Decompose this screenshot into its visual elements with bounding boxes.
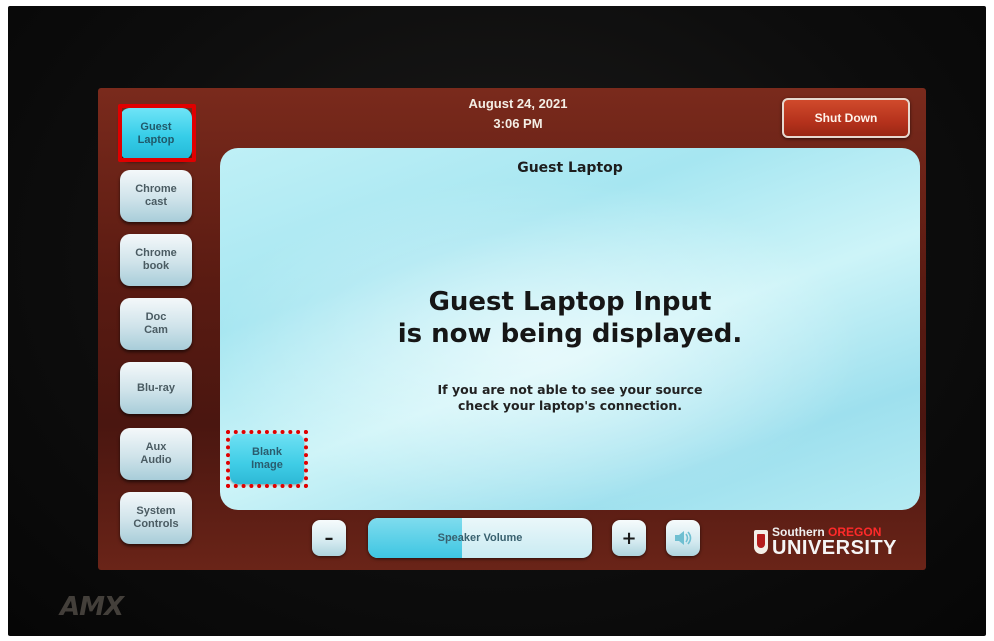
mute-button[interactable] — [666, 520, 700, 556]
shut-down-button[interactable]: Shut Down — [782, 98, 910, 138]
content-title: Guest Laptop — [517, 160, 623, 176]
touch-panel-device: August 24, 2021 3:06 PM Shut Down Guest … — [8, 6, 986, 636]
university-logo: Southern OREGON UNIVERSITY — [754, 522, 918, 562]
main-status-message: Guest Laptop Input is now being displaye… — [340, 286, 800, 350]
source-aux-audio-button[interactable]: Aux Audio — [120, 428, 192, 480]
speaker-volume-label: Speaker Volume — [437, 532, 523, 544]
help-message: If you are not able to see your source c… — [350, 382, 790, 414]
main-message-line-1: Guest Laptop Input — [428, 287, 712, 317]
date-text: August 24, 2021 — [468, 96, 568, 111]
help-message-line-2: check your laptop's connection. — [458, 398, 682, 413]
volume-up-button[interactable]: + — [612, 520, 646, 556]
time-text: 3:06 PM — [493, 116, 543, 131]
speaker-volume-slider[interactable]: Speaker Volume — [368, 518, 592, 558]
content-panel: Guest Laptop Guest Laptop Input is now b… — [220, 148, 920, 510]
university-shield-icon — [754, 530, 768, 554]
speaker-icon — [675, 531, 692, 545]
touch-screen: August 24, 2021 3:06 PM Shut Down Guest … — [98, 88, 926, 570]
volume-down-button[interactable]: – — [312, 520, 346, 556]
source-chromebook-button[interactable]: Chrome book — [120, 234, 192, 286]
main-message-line-2: is now being displayed. — [397, 319, 743, 349]
source-doc-cam-button[interactable]: Doc Cam — [120, 298, 192, 350]
blank-image-highlight-box — [226, 430, 308, 488]
help-message-line-1: If you are not able to see your source — [437, 382, 703, 397]
date-time-display: August 24, 2021 3:06 PM — [398, 94, 638, 134]
source-chromecast-button[interactable]: Chrome cast — [120, 170, 192, 222]
amx-device-logo: AMX — [60, 592, 124, 622]
source-blu-ray-button[interactable]: Blu-ray — [120, 362, 192, 414]
university-name-line-2: UNIVERSITY — [772, 537, 898, 559]
system-controls-button[interactable]: System Controls — [120, 492, 192, 544]
selection-highlight-box — [118, 104, 196, 162]
